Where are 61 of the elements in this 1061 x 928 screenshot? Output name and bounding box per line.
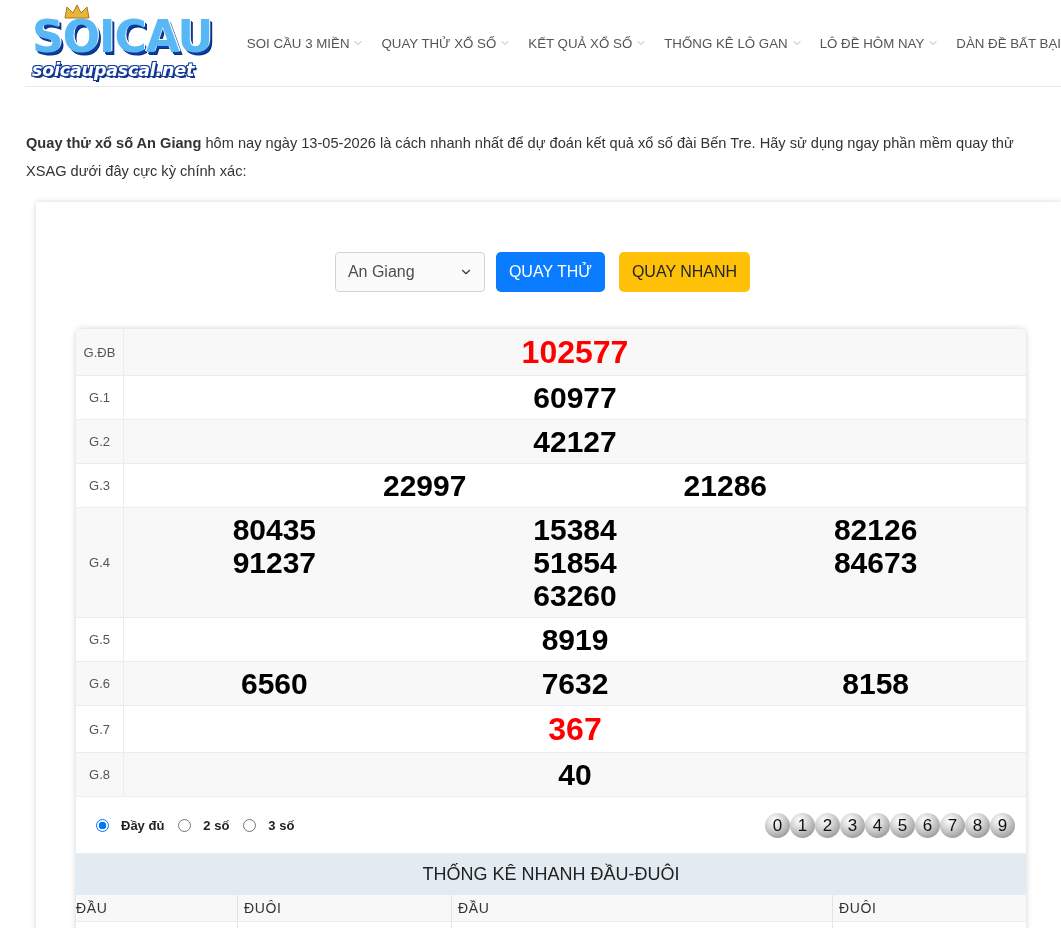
prize-number: 8158 bbox=[841, 667, 911, 700]
prize-label: G.3 bbox=[76, 464, 124, 507]
prize-number: 7632 bbox=[540, 667, 610, 700]
number-ball[interactable]: 2 bbox=[815, 812, 840, 838]
prize-number: 82126 bbox=[832, 513, 919, 546]
prize-number: 21286 bbox=[682, 469, 769, 502]
logo-subtitle: soicaupascal.net bbox=[32, 59, 195, 81]
crown-icon bbox=[64, 5, 90, 19]
prize-number: 91237 bbox=[231, 546, 318, 579]
nav-link[interactable]: KẾT QUẢ XỔ SỐ bbox=[528, 35, 648, 51]
action-button[interactable]: QUAY THỬ bbox=[495, 252, 605, 292]
stats-title: THỐNG KÊ NHANH ĐẦU-ĐUÔI bbox=[76, 854, 1026, 895]
province-select[interactable]: An Giang bbox=[334, 252, 485, 292]
prize-label: G.5 bbox=[76, 618, 124, 661]
prize-number: 6560 bbox=[239, 667, 309, 700]
number-ball[interactable]: 0 bbox=[765, 812, 790, 838]
number-ball[interactable]: 8 bbox=[965, 812, 990, 838]
prize-number: 102577 bbox=[520, 334, 630, 370]
prize-number: 8919 bbox=[540, 623, 610, 656]
option-label[interactable]: Đầy đủ bbox=[121, 817, 165, 833]
prize-label: G.ĐB bbox=[76, 329, 124, 375]
number-ball[interactable]: 5 bbox=[890, 812, 915, 838]
prize-number: 15384 bbox=[532, 513, 618, 546]
prize-number: 63260 bbox=[532, 579, 618, 612]
number-ball[interactable]: 4 bbox=[865, 812, 890, 838]
radio-button[interactable] bbox=[243, 818, 257, 832]
prize-label: G.7 bbox=[76, 706, 124, 752]
nav-link[interactable]: DÀN ĐỀ BẤT BẠI bbox=[956, 35, 1061, 51]
prize-label: G.6 bbox=[76, 662, 124, 705]
prize-label: G.4 bbox=[76, 508, 124, 617]
prize-number: 40 bbox=[557, 758, 593, 791]
column-header: ĐUÔI bbox=[838, 899, 878, 918]
number-ball[interactable]: 7 bbox=[940, 812, 965, 838]
number-ball[interactable]: 1 bbox=[790, 812, 815, 838]
prize-label: G.1 bbox=[76, 376, 124, 419]
prize-label: G.2 bbox=[76, 420, 124, 463]
logo-title: SOICAU bbox=[32, 15, 213, 59]
prize-number: 51854 bbox=[532, 546, 618, 579]
prize-number: 60977 bbox=[532, 381, 618, 414]
option-label[interactable]: 3 số bbox=[268, 817, 295, 833]
nav-link[interactable]: THỐNG KÊ LÔ GAN bbox=[664, 35, 803, 51]
prize-number: 80435 bbox=[231, 513, 318, 546]
option-label[interactable]: 2 số bbox=[203, 817, 230, 833]
column-header: ĐẦU bbox=[452, 895, 833, 921]
column-header: ĐUÔI bbox=[238, 895, 452, 921]
nav-link[interactable]: SOI CẦU 3 MIỀN bbox=[246, 35, 365, 51]
nav-link[interactable]: LÔ ĐỀ HÔM NAY bbox=[819, 35, 940, 51]
prize-number: 367 bbox=[547, 711, 603, 747]
nav-link[interactable]: QUAY THỬ XỔ SỐ bbox=[381, 35, 512, 51]
intro-paragraph: Quay thử xổ số An Giang hôm nay ngày 13-05-2026 là cách nhanh nhất để dự đoán kết quả xổ số đài Bến Tre. Hãy sử dụng ngay phần mềm quay thử XSAG dưới đây cực kỳ chính xác: bbox=[25, 134, 1015, 181]
radio-button[interactable] bbox=[96, 818, 109, 832]
prize-number: 42127 bbox=[532, 425, 618, 458]
prize-number: 22997 bbox=[381, 469, 468, 502]
prize-label: G.8 bbox=[76, 753, 124, 796]
radio-button[interactable] bbox=[178, 818, 192, 832]
number-ball[interactable]: 9 bbox=[990, 812, 1015, 838]
column-header: ĐẦU bbox=[76, 895, 238, 921]
action-button[interactable]: QUAY NHANH bbox=[618, 252, 751, 292]
number-ball[interactable]: 6 bbox=[915, 812, 940, 838]
prize-number: 84673 bbox=[832, 546, 919, 579]
number-ball[interactable]: 3 bbox=[840, 812, 865, 838]
